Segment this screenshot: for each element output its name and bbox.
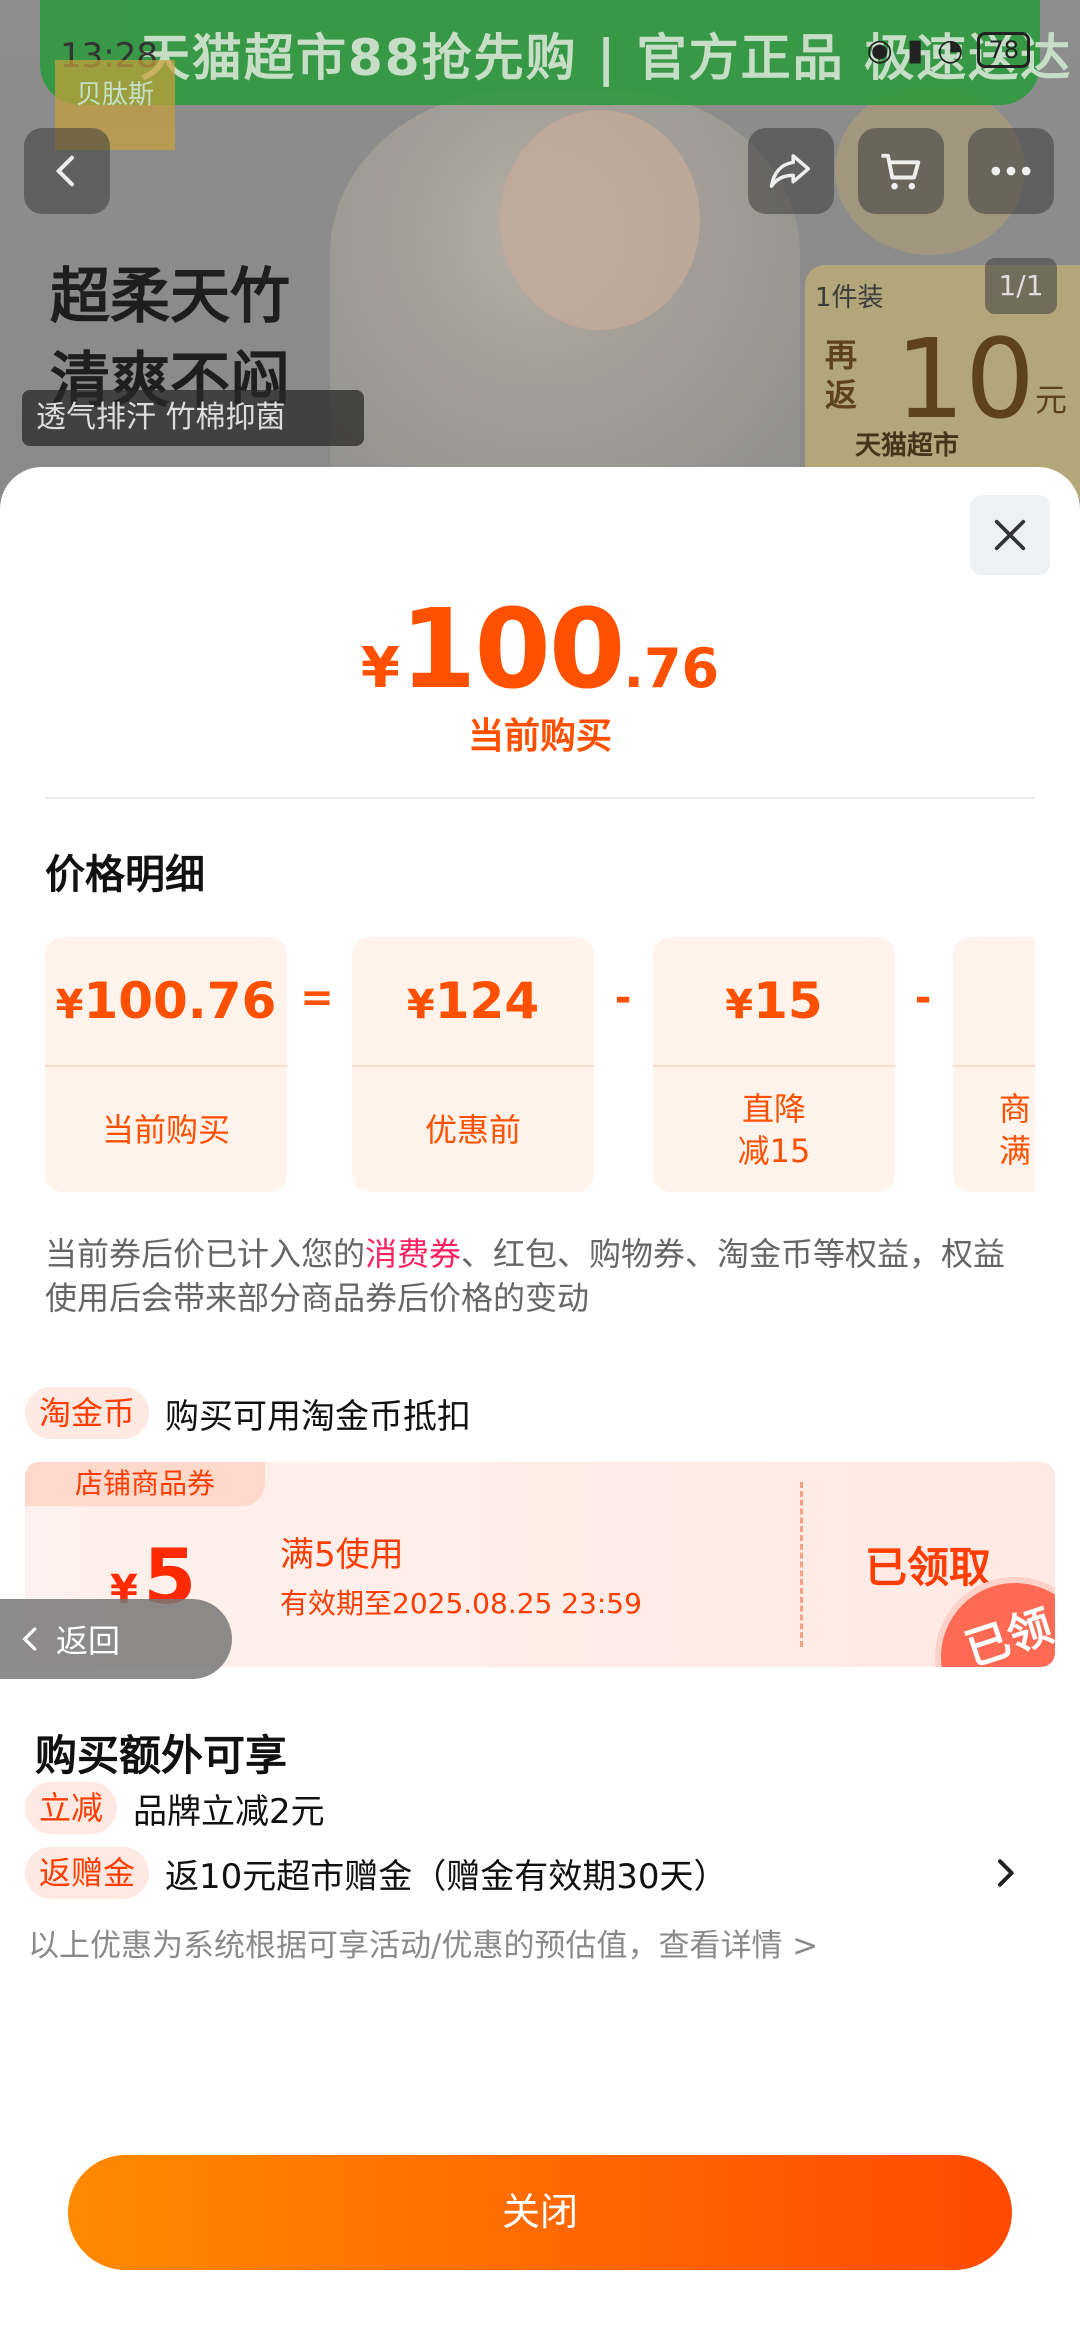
current-price: ¥100.76 [0, 585, 1080, 713]
benefit-text: 返10元超市赠金（赠金有效期30天） [165, 1856, 728, 1897]
price-note: 当前券后价已计入您的消费券、红包、购物券、淘金币等权益，权益使用后会带来部分商品… [45, 1232, 1035, 1320]
image-pager: 1/1 [985, 258, 1057, 314]
note-coupon-link[interactable]: 消费券 [365, 1235, 461, 1273]
section-title-extra-benefits: 购买额外可享 [35, 1731, 288, 1780]
rebate-card-unit: 元 [1035, 381, 1068, 419]
price-integer: 100 [399, 585, 626, 713]
product-photo-detail [500, 110, 700, 330]
cart-button[interactable] [858, 128, 944, 214]
floating-back-button[interactable]: 返回 [0, 1599, 232, 1679]
chevron-right-icon[interactable] [985, 1853, 1025, 1893]
price-currency: ¥ [360, 636, 400, 701]
share-icon [769, 154, 811, 188]
product-page-background: 天猫超市88抢先购 | 官方正品 极速送达 13:28 ◉ ▮ ◔ 78 贝肽斯… [0, 0, 1080, 500]
breakdown-amount: ¥124 [406, 972, 540, 1030]
close-icon [994, 519, 1026, 551]
taojinbi-text: 购买可用淘金币抵扣 [165, 1396, 472, 1437]
rebate-card-pack: 1件装 [815, 283, 884, 313]
breakdown-label: 直降 减15 [737, 1089, 811, 1170]
floating-back-label: 返回 [56, 1622, 121, 1660]
coupon-divider [800, 1482, 803, 1647]
price-breakdown: ¥100.76 当前购买 = ¥124 优惠前 - ¥15 直降 减15 - 商… [45, 937, 1035, 1192]
minus-operator: - [614, 975, 632, 1021]
breakdown-amount-value: 15 [753, 972, 823, 1030]
headline-line-1: 超柔天竹 [50, 262, 290, 332]
rebate-card-amount: 10 [895, 315, 1035, 443]
benefit-row: 立减 品牌立减2元 [25, 1782, 325, 1834]
breakdown-amount-value: 124 [434, 972, 540, 1030]
breakdown-amount: ¥15 [725, 972, 823, 1030]
breakdown-amount-value: 100.76 [83, 972, 277, 1030]
breakdown-label: 优惠前 [424, 1110, 521, 1149]
breakdown-amount: ¥100.76 [55, 972, 277, 1030]
coupon-type-tag: 店铺商品券 [25, 1462, 265, 1506]
eye-icon: ◉ [866, 32, 893, 68]
estimate-footnote[interactable]: 以上优惠为系统根据可享活动/优惠的预估值，查看详情 > [28, 1920, 818, 1965]
breakdown-label: 当前购买 [101, 1110, 230, 1149]
price-decimal: .76 [623, 637, 720, 700]
chevron-left-icon [55, 155, 74, 187]
product-feature-tag: 透气排汗 竹棉抑菌 [22, 390, 364, 446]
benefit-pill: 立减 [25, 1782, 118, 1834]
back-button[interactable] [24, 128, 110, 214]
taojinbi-pill: 淘金币 [25, 1387, 150, 1439]
coupon-condition: 满5使用 [280, 1535, 404, 1575]
breakdown-card: ¥124 优惠前 [352, 937, 594, 1192]
equals-operator: = [300, 975, 334, 1021]
note-prefix: 当前券后价已计入您的 [45, 1235, 366, 1273]
cart-icon [881, 153, 921, 190]
chevron-left-icon [22, 1627, 37, 1651]
signal-icon: ▮ [906, 32, 924, 68]
coupon-expiry: 有效期至2025.08.25 23:59 [280, 1587, 642, 1620]
rebate-card-label: 再返 [825, 336, 858, 414]
current-price-label: 当前购买 [467, 716, 612, 757]
benefit-pill: 返赠金 [25, 1847, 150, 1899]
minus-operator: - [914, 975, 932, 1021]
breakdown-card: ¥15 直降 减15 [653, 937, 895, 1192]
coupon-status: 已领取 [865, 1543, 992, 1592]
more-icon [991, 166, 1031, 176]
close-sheet-button[interactable] [970, 495, 1050, 575]
benefit-row-rebate[interactable]: 返赠金 返10元超市赠金（赠金有效期30天） [25, 1847, 728, 1899]
taojinbi-row: 淘金币 购买可用淘金币抵扣 [25, 1387, 471, 1439]
breakdown-label: 商 满 [999, 1089, 1032, 1170]
wifi-icon: ◔ [937, 32, 964, 68]
section-title-price-detail: 价格明细 [45, 852, 205, 898]
price-detail-sheet: ¥100.76 当前购买 价格明细 ¥100.76 当前购买 = ¥124 优惠… [0, 467, 1080, 2340]
benefit-text: 品牌立减2元 [133, 1791, 325, 1832]
status-icons: ◉ ▮ ◔ 78 [867, 32, 1030, 68]
breakdown-amount [953, 937, 1035, 1065]
breakdown-card: ¥100.76 当前购买 [45, 937, 287, 1192]
divider [45, 797, 1035, 799]
close-button[interactable]: 关闭 [68, 2155, 1012, 2270]
rebate-card-footer: 天猫超市 [855, 431, 960, 461]
more-button[interactable] [968, 128, 1054, 214]
breakdown-card: 商 满 [953, 937, 1035, 1192]
battery-indicator: 78 [977, 32, 1030, 68]
share-button[interactable] [748, 128, 834, 214]
